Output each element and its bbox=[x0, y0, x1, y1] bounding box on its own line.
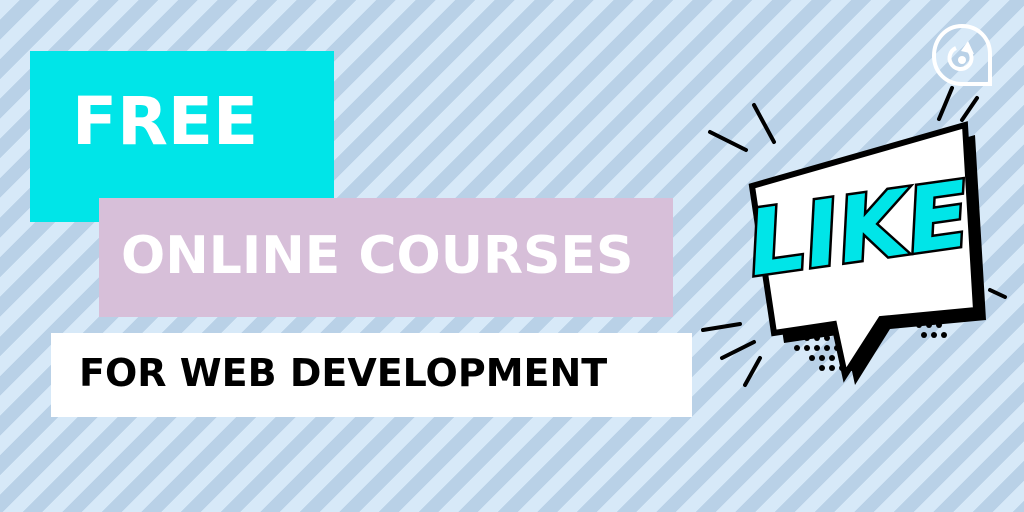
free-banner: FREE bbox=[30, 51, 334, 222]
online-courses-banner: ONLINE COURSES bbox=[99, 198, 673, 317]
web-development-label: FOR WEB DEVELOPMENT bbox=[79, 351, 608, 395]
circular-arrow-logo-icon bbox=[931, 23, 992, 86]
web-development-banner: FOR WEB DEVELOPMENT bbox=[51, 333, 692, 417]
like-speech-bubble-sticker: LIKE bbox=[701, 86, 1007, 387]
free-label: FREE bbox=[72, 83, 259, 160]
online-courses-label: ONLINE COURSES bbox=[121, 226, 634, 286]
